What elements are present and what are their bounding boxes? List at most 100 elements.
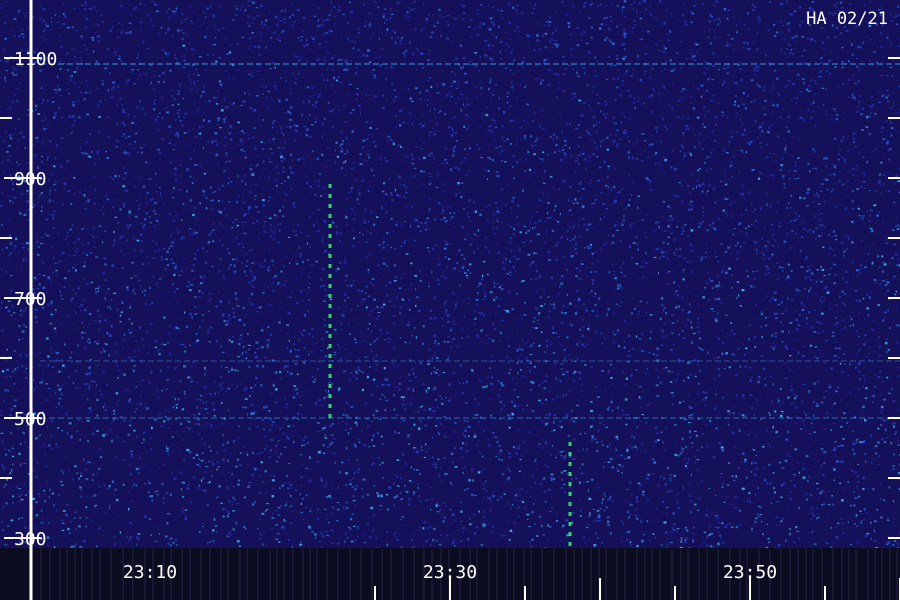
noise-speck (753, 473, 757, 476)
noise-speck (113, 543, 116, 546)
noise-speck (381, 461, 384, 464)
noise-speck (1, 3, 3, 5)
noise-speck (741, 487, 745, 490)
noise-speck (479, 125, 481, 127)
noise-speck (432, 319, 435, 321)
noise-speck (855, 145, 857, 148)
noise-speck (197, 20, 200, 22)
noise-speck (272, 282, 275, 284)
noise-speck (466, 231, 469, 234)
noise-speck (592, 153, 595, 156)
noise-speck (171, 262, 175, 265)
noise-speck (399, 177, 401, 179)
noise-speck (356, 525, 360, 528)
noise-speck (597, 4, 599, 7)
noise-speck (37, 113, 40, 115)
noise-speck (457, 295, 460, 298)
noise-speck (510, 207, 513, 210)
noise-speck (452, 147, 455, 149)
noise-speck (162, 464, 166, 466)
noise-speck (413, 218, 415, 220)
noise-speck (97, 131, 101, 134)
noise-speck (683, 257, 686, 260)
noise-speck (475, 409, 477, 412)
noise-speck (4, 389, 7, 392)
noise-speck (872, 463, 875, 466)
noise-speck (57, 321, 61, 323)
noise-speck (812, 109, 815, 112)
noise-speck (112, 491, 115, 494)
noise-speck (78, 87, 80, 89)
noise-speck (38, 493, 40, 495)
noise-speck (18, 488, 22, 490)
noise-speck (874, 374, 876, 377)
noise-speck (288, 25, 291, 27)
noise-speck (606, 516, 610, 519)
noise-speck (587, 224, 589, 227)
noise-speck (130, 450, 134, 452)
noise-speck (143, 227, 145, 229)
noise-speck (790, 270, 793, 272)
noise-speck (628, 199, 631, 202)
noise-speck (823, 396, 826, 399)
noise-speck (228, 532, 231, 534)
noise-speck (97, 340, 100, 343)
noise-speck (535, 445, 539, 448)
noise-speck (697, 169, 699, 172)
noise-speck (759, 419, 761, 422)
noise-speck (517, 357, 521, 359)
noise-speck (182, 119, 184, 122)
noise-speck (399, 376, 402, 378)
noise-speck (766, 122, 769, 124)
noise-speck (4, 376, 7, 378)
noise-speck (139, 233, 143, 237)
noise-speck (770, 482, 772, 484)
noise-speck (42, 138, 45, 140)
noise-speck (356, 198, 359, 201)
noise-speck (408, 503, 411, 506)
noise-speck (516, 223, 520, 226)
noise-speck (695, 435, 698, 437)
noise-speck (612, 140, 616, 143)
noise-speck (252, 206, 255, 209)
noise-speck (333, 438, 336, 440)
noise-speck (850, 241, 854, 244)
noise-speck (381, 383, 385, 386)
noise-speck (513, 405, 516, 408)
noise-speck (395, 298, 398, 300)
noise-speck (408, 288, 410, 290)
noise-speck (2, 140, 5, 143)
noise-speck (165, 270, 167, 273)
noise-speck (257, 528, 259, 530)
noise-speck (630, 493, 633, 496)
noise-speck (676, 530, 678, 532)
noise-speck (208, 310, 211, 312)
noise-speck (486, 298, 488, 300)
noise-speck (491, 355, 493, 358)
noise-speck (241, 208, 243, 211)
noise-speck (233, 266, 236, 268)
noise-speck (483, 516, 486, 518)
noise-speck (379, 505, 383, 507)
noise-speck (672, 523, 676, 526)
noise-speck (386, 356, 389, 359)
noise-speck (436, 51, 438, 55)
noise-speck (360, 97, 363, 100)
noise-speck (818, 495, 820, 498)
noise-speck (774, 410, 777, 413)
noise-speck (707, 351, 710, 354)
noise-speck (126, 209, 128, 212)
noise-speck (144, 463, 147, 466)
noise-speck (282, 160, 284, 163)
noise-speck (560, 159, 563, 162)
noise-speck (878, 40, 880, 42)
noise-speck (768, 241, 770, 244)
noise-speck (298, 95, 301, 97)
noise-speck (214, 380, 216, 383)
noise-speck (751, 527, 753, 530)
noise-speck (278, 35, 281, 38)
noise-speck (506, 273, 510, 275)
noise-speck (484, 246, 487, 249)
noise-speck (209, 297, 212, 300)
noise-speck (202, 483, 205, 486)
